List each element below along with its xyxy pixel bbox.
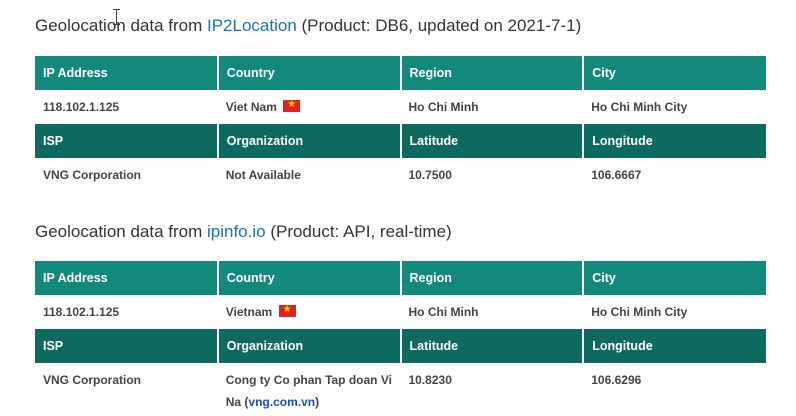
header-latitude: Latitude bbox=[400, 124, 585, 158]
city-value: Ho Chi Minh City bbox=[591, 100, 688, 114]
country-value: Vietnam bbox=[225, 305, 273, 319]
country-cell: Viet Nam bbox=[218, 90, 401, 124]
header-city: City bbox=[583, 261, 766, 295]
header-ip-address: IP Address bbox=[35, 56, 219, 90]
region-value: Ho Chi Minh bbox=[408, 100, 479, 114]
heading-suffix: (Product: DB6, updated on 2021-7-1) bbox=[296, 16, 582, 35]
latitude-value: 10.7500 bbox=[408, 168, 452, 182]
ip2location-link[interactable]: IP2Location bbox=[207, 16, 297, 35]
latitude-value: 10.8230 bbox=[408, 373, 452, 387]
region-value: Ho Chi Minh bbox=[408, 305, 479, 319]
heading-suffix: (Product: API, real-time) bbox=[265, 222, 452, 241]
header-row: IP Address Country Region City bbox=[35, 56, 766, 90]
header-latitude: Latitude bbox=[400, 329, 585, 363]
city-value: Ho Chi Minh City bbox=[591, 305, 688, 319]
header-region: Region bbox=[400, 261, 585, 295]
header-organization: Organization bbox=[217, 329, 402, 363]
header-country: Country bbox=[217, 56, 402, 90]
vietnam-flag-icon bbox=[278, 303, 296, 317]
section-heading-ipinfo: Geolocation data from ipinfo.io (Product… bbox=[35, 222, 452, 242]
country-cell: Vietnam bbox=[218, 295, 401, 329]
heading-prefix: Geolocation data from bbox=[35, 222, 207, 241]
header-country: Country bbox=[217, 261, 402, 295]
country-value: Viet Nam bbox=[225, 100, 277, 114]
header-row: IP Address Country Region City bbox=[35, 261, 766, 295]
heading-prefix: Geolocation data from bbox=[35, 16, 207, 35]
value-row: 118.102.1.125 Vietnam Ho Chi Minh Ho Chi… bbox=[35, 295, 766, 329]
section-heading-ip2location: Geolocation data from IP2Location (Produ… bbox=[35, 16, 581, 36]
ip-address-value: 118.102.1.125 bbox=[43, 100, 120, 114]
ipinfo-table: IP Address Country Region City 118.102.1… bbox=[35, 261, 766, 413]
header-longitude: Longitude bbox=[583, 124, 766, 158]
header-row: ISP Organization Latitude Longitude bbox=[35, 329, 766, 363]
header-city: City bbox=[583, 56, 766, 90]
ip-address-value: 118.102.1.125 bbox=[43, 305, 120, 319]
header-longitude: Longitude bbox=[583, 329, 766, 363]
header-isp: ISP bbox=[35, 124, 219, 158]
value-row: VNG Corporation Cong ty Co phan Tap doan… bbox=[35, 363, 766, 413]
longitude-value: 106.6296 bbox=[591, 373, 642, 387]
header-isp: ISP bbox=[35, 329, 219, 363]
header-row: ISP Organization Latitude Longitude bbox=[35, 124, 766, 158]
ip2location-table: IP Address Country Region City 118.102.1… bbox=[35, 56, 766, 192]
ipinfo-link[interactable]: ipinfo.io bbox=[207, 222, 266, 241]
header-region: Region bbox=[400, 56, 585, 90]
vietnam-flag-icon bbox=[283, 98, 301, 112]
value-row: 118.102.1.125 Viet Nam Ho Chi Minh Ho Ch… bbox=[35, 90, 766, 124]
organization-cell: Cong ty Co phan Tap doan Vi Na (vng.com.… bbox=[218, 363, 401, 413]
organization-value: Not Available bbox=[225, 168, 301, 182]
organization-website-link[interactable]: vng.com.vn bbox=[248, 395, 315, 409]
isp-link[interactable]: VNG Corporation bbox=[35, 363, 218, 413]
longitude-value: 106.6667 bbox=[591, 168, 642, 182]
value-row: VNG Corporation Not Available 10.7500 10… bbox=[35, 158, 766, 192]
isp-value: VNG Corporation bbox=[43, 168, 141, 182]
organization-suffix: ) bbox=[315, 395, 320, 409]
header-ip-address: IP Address bbox=[35, 261, 219, 295]
header-organization: Organization bbox=[217, 124, 402, 158]
